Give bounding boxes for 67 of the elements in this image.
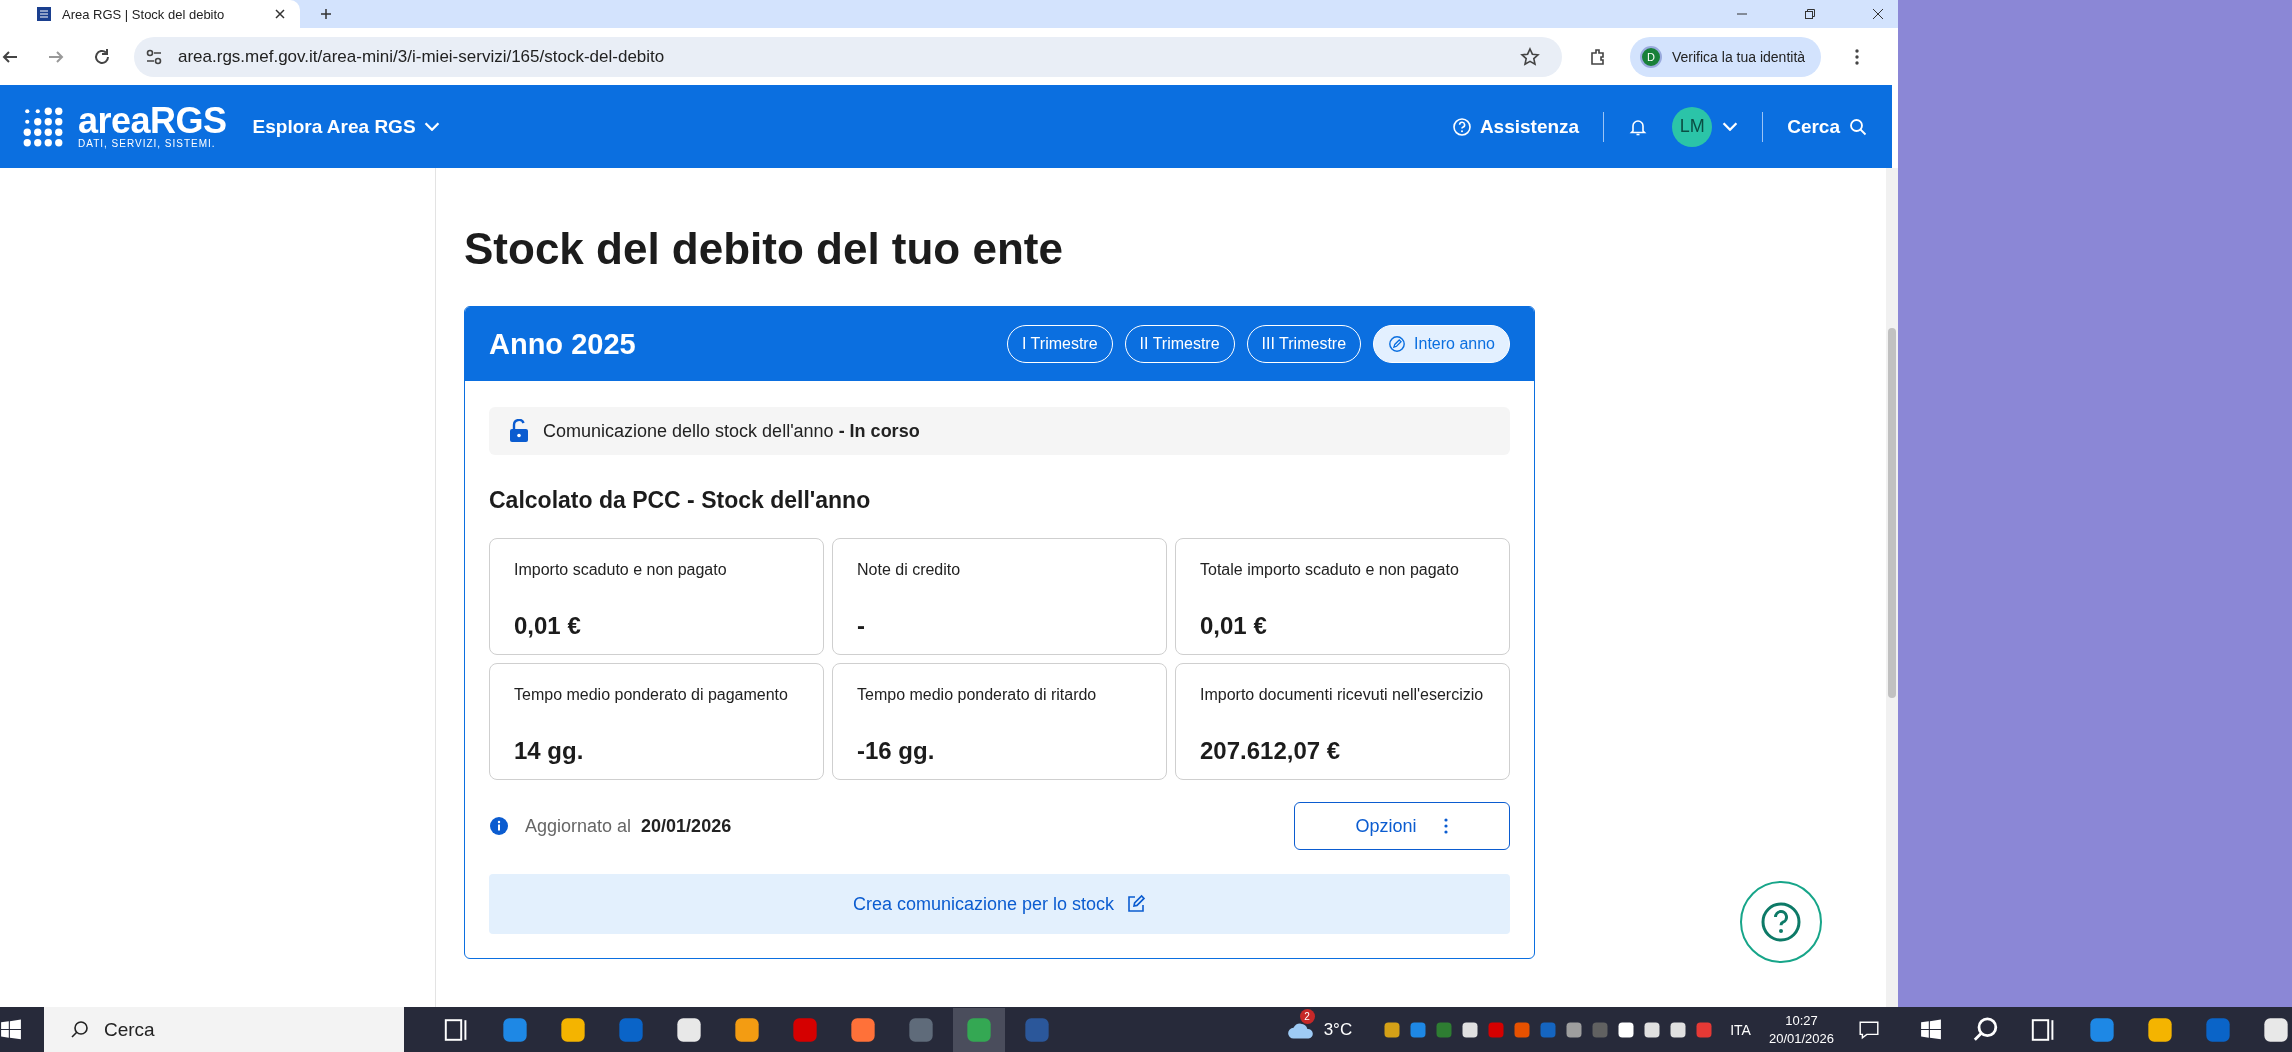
close-window-icon[interactable] xyxy=(1872,8,1884,20)
temperature[interactable]: 3°C xyxy=(1323,1019,1353,1040)
year-title: Anno 2025 xyxy=(489,327,636,361)
metric-label: Totale importo scaduto e non pagato xyxy=(1200,560,1460,580)
reload-icon[interactable] xyxy=(92,46,112,67)
metric-value: 0,01 € xyxy=(514,612,582,640)
status-text: Comunicazione dello stock dell'anno - In corso xyxy=(543,420,920,442)
app-icon[interactable] xyxy=(953,1007,1005,1052)
metric-value: -16 gg. xyxy=(857,737,936,765)
explore-menu[interactable]: Esplora Area RGS xyxy=(252,115,440,138)
app-icon[interactable] xyxy=(849,1015,877,1044)
chevron-down-icon xyxy=(1722,122,1739,131)
period-tab[interactable]: Intero anno xyxy=(1373,325,1510,363)
chevron-down-icon xyxy=(423,122,440,131)
clock[interactable]: 10:27 20/01/2026 xyxy=(1768,1011,1834,1048)
profile-button[interactable]: D Verifica la tua identità xyxy=(1630,36,1822,77)
grid-icon xyxy=(36,6,52,22)
logo-text[interactable]: areaRGS xyxy=(78,104,227,138)
updated-label: Aggiornato al xyxy=(525,815,632,837)
metric-label: Importo scaduto e non pagato xyxy=(514,560,728,580)
app-icon[interactable] xyxy=(2262,1015,2290,1044)
scrollbar[interactable] xyxy=(1886,168,1898,1007)
url-text: area.rgs.mef.gov.it/area-mini/3/i-miei-servizi/165/stock-del-debito xyxy=(178,46,665,67)
close-icon[interactable] xyxy=(274,8,286,20)
metric-value: 14 gg. xyxy=(514,737,585,765)
new-tab-icon[interactable] xyxy=(320,8,332,20)
more-icon xyxy=(1442,816,1449,836)
section-title: Calcolato da PCC - Stock dell'anno xyxy=(489,487,872,514)
metric-label: Tempo medio ponderato di ritardo xyxy=(857,685,1098,705)
edit-icon xyxy=(1126,894,1147,914)
metric-label: Note di credito xyxy=(857,560,962,580)
options-button[interactable]: Opzioni xyxy=(1294,802,1510,850)
app-icon[interactable] xyxy=(559,1015,587,1044)
updated-date: 20/01/2026 xyxy=(641,815,732,837)
search-icon xyxy=(70,1019,90,1040)
app-icon[interactable] xyxy=(733,1015,761,1044)
dot-grid-icon xyxy=(22,105,64,148)
metric-label: Importo documenti ricevuti nell'esercizio xyxy=(1200,685,1485,705)
unlocked-padlock-icon xyxy=(509,419,529,443)
pencil-circle-icon xyxy=(1388,335,1407,353)
page-title: Stock del debito del tuo ente xyxy=(464,224,1064,274)
help-button[interactable] xyxy=(1739,880,1823,964)
info-icon xyxy=(489,816,509,836)
address-bar[interactable]: area.rgs.mef.gov.it/area-mini/3/i-miei-servizi/165/stock-del-debito xyxy=(134,36,1562,77)
app-icon[interactable] xyxy=(2146,1015,2174,1044)
windows-logo-icon[interactable] xyxy=(1920,1018,1942,1041)
search-button[interactable]: Cerca xyxy=(1787,115,1868,138)
language-indicator[interactable]: ITA xyxy=(1730,1021,1751,1038)
help-link[interactable]: Assistenza xyxy=(1451,115,1580,138)
search-icon xyxy=(1848,116,1868,137)
metric-value: 0,01 € xyxy=(1200,612,1268,640)
user-menu[interactable]: LM xyxy=(1672,106,1739,147)
profile-badge: D xyxy=(1640,45,1662,68)
create-communication-button[interactable]: Crea comunicazione per lo stock xyxy=(489,874,1510,934)
metric-value: - xyxy=(857,612,866,640)
browser-tab[interactable]: Area RGS | Stock del debito xyxy=(0,0,300,28)
logo-tagline: DATI, SERVIZI, SISTEMI. xyxy=(78,138,217,149)
taskbar-search[interactable]: Cerca xyxy=(44,1007,404,1052)
help-icon xyxy=(1451,116,1472,137)
windows-logo-icon[interactable] xyxy=(0,1018,22,1041)
metric-label: Tempo medio ponderato di pagamento xyxy=(514,685,789,705)
metric-value: 207.612,07 € xyxy=(1200,737,1342,765)
avatar: LM xyxy=(1672,106,1713,147)
star-icon[interactable] xyxy=(1520,46,1540,67)
notification-badge: 2 xyxy=(1299,1008,1315,1024)
app-icon[interactable] xyxy=(675,1015,703,1044)
restore-icon[interactable] xyxy=(1804,8,1816,20)
